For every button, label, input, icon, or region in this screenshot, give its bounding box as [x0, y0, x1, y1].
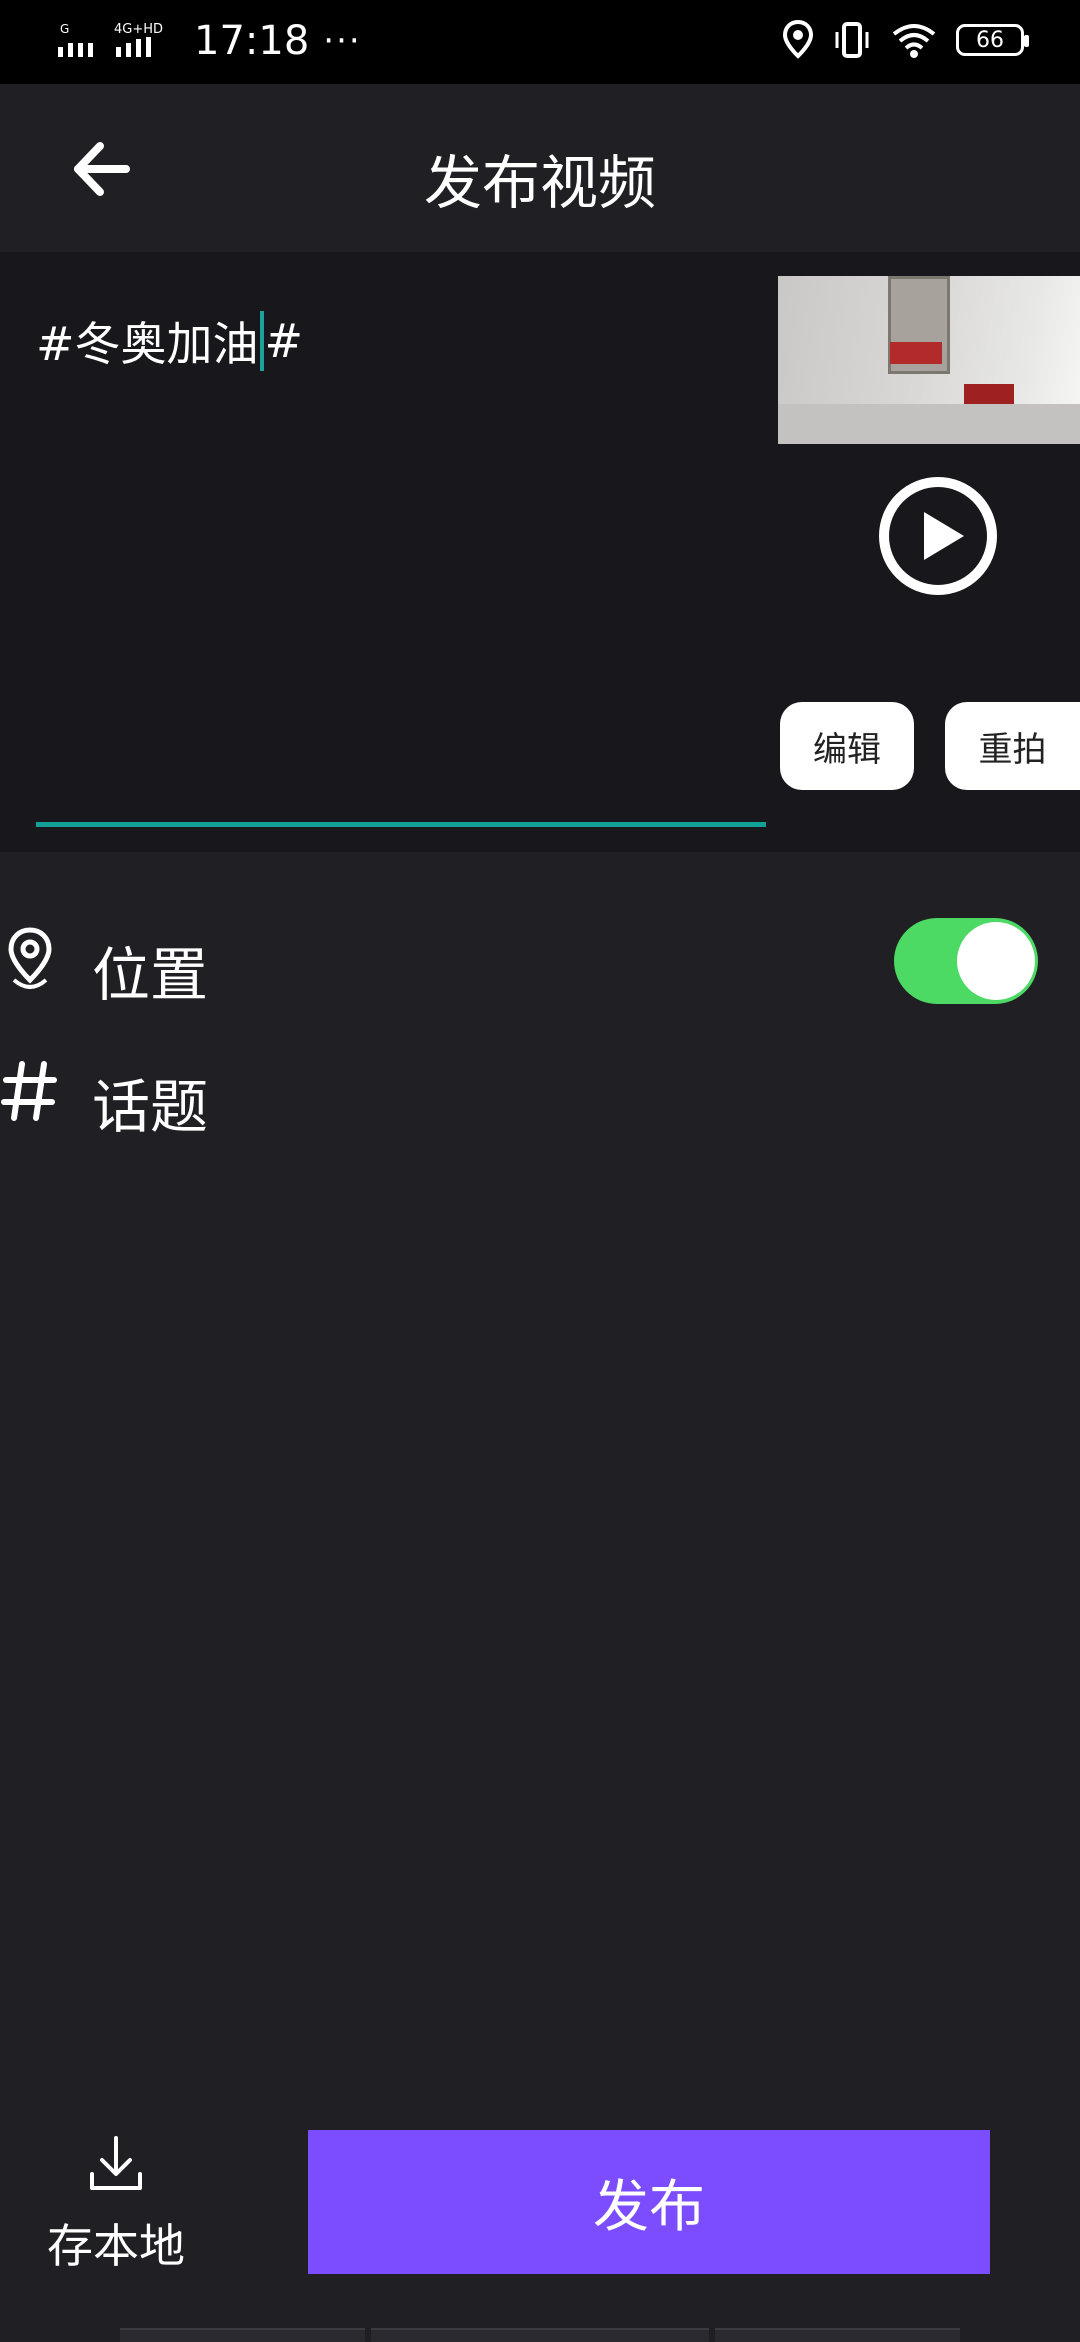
play-circle-icon — [879, 477, 997, 595]
video-thumbnail[interactable] — [778, 276, 1080, 444]
location-toggle[interactable] — [894, 918, 1038, 1004]
location-status-icon — [782, 20, 814, 59]
status-more-dots: ··· — [323, 21, 362, 61]
status-right: 66 — [782, 20, 1029, 60]
status-time: 17:18 — [194, 18, 310, 64]
battery-icon: 66 — [956, 24, 1029, 56]
toggle-knob — [957, 922, 1035, 1000]
vibrate-icon — [835, 22, 869, 58]
top-bar: 发布视频 — [0, 84, 1080, 252]
caption-text-after-cursor: # — [264, 314, 304, 368]
edit-button[interactable]: 编辑 — [780, 702, 914, 790]
save-local-button[interactable]: 存本地 — [40, 2128, 192, 2273]
page-title: 发布视频 — [423, 149, 656, 217]
bottom-strip — [120, 2328, 960, 2342]
caption-text-before-cursor: #冬奥加油 — [36, 317, 259, 371]
hashtag-icon — [1, 1061, 57, 1121]
signal-2-label: 4G+HD — [114, 22, 163, 37]
location-pin-icon — [8, 927, 52, 989]
location-row[interactable]: 位置 — [0, 906, 1080, 1016]
thumbnail-sign — [890, 342, 942, 364]
battery-level: 66 — [976, 27, 1004, 53]
topic-label: 话题 — [92, 1073, 209, 1141]
signal-1-label: G — [60, 22, 69, 36]
topic-row[interactable]: 话题 — [0, 1038, 1080, 1148]
status-bar: G 4G+HD 17:18 ··· 66 — [0, 0, 1080, 84]
publish-button[interactable]: 发布 — [308, 2130, 990, 2274]
signal-icon: G — [58, 22, 93, 57]
caption-input[interactable]: #冬奥加油 # — [36, 308, 303, 374]
play-button[interactable] — [878, 476, 998, 596]
save-local-label: 存本地 — [47, 2219, 185, 2273]
compose-area: #冬奥加油 # 编辑 重拍 — [0, 252, 1080, 852]
reshoot-button[interactable]: 重拍 — [945, 702, 1080, 790]
signal-4g-icon: 4G+HD — [114, 22, 163, 57]
caption-underline — [36, 822, 766, 827]
download-icon — [90, 2136, 142, 2190]
text-cursor — [259, 311, 264, 371]
thumbnail-floor — [778, 404, 1080, 444]
wifi-icon — [892, 24, 936, 58]
status-left: G 4G+HD 17:18 ··· — [56, 18, 362, 64]
location-label: 位置 — [92, 941, 209, 1009]
